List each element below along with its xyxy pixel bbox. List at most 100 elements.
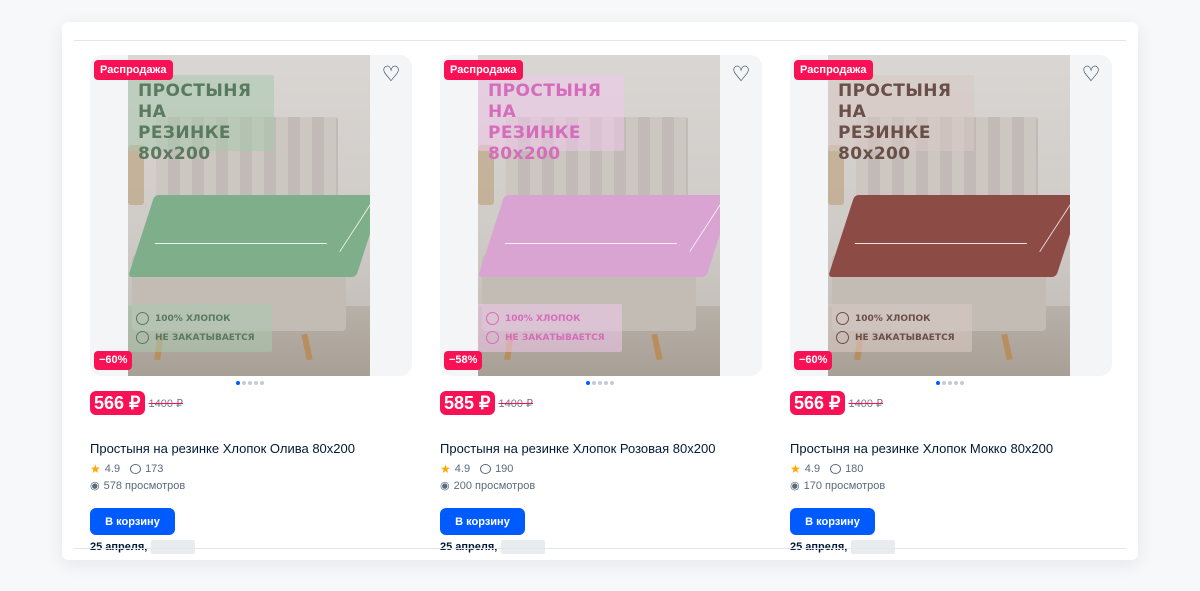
pagination-dot[interactable] [936,381,940,385]
pagination-dot[interactable] [260,381,264,385]
product-title[interactable]: Простыня на резинке Хлопок Олива 80х200 [90,441,355,456]
old-price: 1400 ₽ [498,397,534,410]
image-pagination[interactable] [236,381,264,385]
delivery-info: 25 апреля, [90,540,196,554]
current-price: 566 ₽ [90,391,145,415]
star-icon: ★ [90,462,101,476]
feature-label: 100% ХЛОПОК [155,313,231,324]
pagination-dot[interactable] [592,381,596,385]
old-price: 1400 ₽ [148,397,184,410]
pagination-dot[interactable] [604,381,608,385]
product-image[interactable]: ПРОСТЫНЯ НА РЕЗИНКЕ 80х200 100% ХЛОПОК Н… [90,55,412,376]
cotton-icon [836,312,849,325]
pagination-dot[interactable] [948,381,952,385]
eye-icon: ◉ [790,480,800,492]
feature-label: НЕ ЗАКАТЫВАЕТСЯ [505,332,605,343]
dimension-line [339,202,370,252]
feature-item: 100% ХЛОПОК [836,309,964,328]
sale-badge: Распродажа [794,60,873,80]
feature-label: 100% ХЛОПОК [855,313,931,324]
image-pagination[interactable] [586,381,614,385]
pagination-dot[interactable] [610,381,614,385]
feature-item: НЕ ЗАКАТЫВАЕТСЯ [486,328,614,347]
price-row: 585 ₽ 1400 ₽ [440,391,533,415]
star-icon: ★ [790,462,801,476]
pagination-dot[interactable] [586,381,590,385]
review-count: 190 [495,463,514,475]
views-count: 170 просмотров [803,479,886,492]
old-price: 1400 ₽ [848,397,884,410]
add-to-cart-button[interactable]: В корзину [790,508,875,535]
delivery-date: 25 апреля, [440,541,498,553]
promo-line: ПРОСТЫНЯ [138,81,252,101]
favorite-heart-icon[interactable]: ♡ [1080,64,1102,86]
add-to-cart-button[interactable]: В корзину [90,508,175,535]
rating-row[interactable]: ★ 4.9 180 [790,462,863,476]
product-title[interactable]: Простыня на резинке Хлопок Мокко 80х200 [790,441,1053,456]
pagination-dot[interactable] [242,381,246,385]
delivery-info: 25 апреля, [790,540,896,554]
rating-row[interactable]: ★ 4.9 173 [90,462,163,476]
pagination-dot[interactable] [942,381,946,385]
feature-item: 100% ХЛОПОК [136,309,264,328]
bed-sheet [478,195,720,277]
views-row: ◉ 170 просмотров [790,479,886,493]
product-title[interactable]: Простыня на резинке Хлопок Розовая 80х20… [440,441,715,456]
bed-sheet [828,195,1070,277]
comment-icon [130,464,142,474]
dimension-line [154,243,328,244]
features-box: 100% ХЛОПОК НЕ ЗАКАТЫВАЕТСЯ [478,304,622,352]
bed-sheet [128,195,370,277]
review-count: 180 [845,463,864,475]
sale-badge: Распродажа [444,60,523,80]
pagination-dot[interactable] [248,381,252,385]
favorite-heart-icon[interactable]: ♡ [730,64,752,86]
product-image[interactable]: ПРОСТЫНЯ НА РЕЗИНКЕ 80х200 100% ХЛОПОК Н… [440,55,762,376]
discount-badge: −60% [794,351,833,370]
discount-badge: −58% [444,351,483,370]
pagination-dot[interactable] [954,381,958,385]
divider [74,548,1126,549]
favorite-heart-icon[interactable]: ♡ [380,64,402,86]
feature-item: 100% ХЛОПОК [486,309,614,328]
check-icon [136,331,149,344]
delivery-date: 25 апреля, [90,541,148,553]
pagination-dot[interactable] [254,381,258,385]
features-box: 100% ХЛОПОК НЕ ЗАКАТЫВАЕТСЯ [828,304,972,352]
comment-icon [830,464,842,474]
eye-icon: ◉ [90,480,100,492]
pagination-dot[interactable] [236,381,240,385]
product-card[interactable]: ПРОСТЫНЯ НА РЕЗИНКЕ 80х200 100% ХЛОПОК Н… [90,55,412,554]
dimension-line [854,243,1028,244]
views-count: 578 просмотров [103,479,186,492]
cotton-icon [486,312,499,325]
rating-row[interactable]: ★ 4.9 190 [440,462,513,476]
promo-line: НА РЕЗИНКЕ [488,102,581,143]
feature-item: НЕ ЗАКАТЫВАЕТСЯ [836,328,964,347]
current-price: 566 ₽ [790,391,845,415]
product-card[interactable]: ПРОСТЫНЯ НА РЕЗИНКЕ 80х200 100% ХЛОПОК Н… [440,55,762,554]
pagination-dot[interactable] [960,381,964,385]
dimension-line [1039,202,1070,252]
promo-line: ПРОСТЫНЯ [488,81,602,101]
promo-line: НА РЕЗИНКЕ [838,102,931,143]
promo-line: 80х200 [138,144,211,164]
sale-badge: Распродажа [94,60,173,80]
product-card[interactable]: ПРОСТЫНЯ НА РЕЗИНКЕ 80х200 100% ХЛОПОК Н… [790,55,1112,554]
pagination-dot[interactable] [598,381,602,385]
promo-line: ПРОСТЫНЯ [838,81,952,101]
comment-icon [480,464,492,474]
delivery-info: 25 апреля, [440,540,546,554]
promo-line: 80х200 [838,144,911,164]
views-row: ◉ 578 просмотров [90,479,186,493]
rating-value: 4.9 [804,463,821,475]
rating-value: 4.9 [104,463,121,475]
product-image[interactable]: ПРОСТЫНЯ НА РЕЗИНКЕ 80х200 100% ХЛОПОК Н… [790,55,1112,376]
image-pagination[interactable] [936,381,964,385]
add-to-cart-button[interactable]: В корзину [440,508,525,535]
current-price: 585 ₽ [440,391,495,415]
features-box: 100% ХЛОПОК НЕ ЗАКАТЫВАЕТСЯ [128,304,272,352]
price-row: 566 ₽ 1400 ₽ [790,391,883,415]
blurred-text [851,540,896,554]
feature-label: НЕ ЗАКАТЫВАЕТСЯ [155,332,255,343]
